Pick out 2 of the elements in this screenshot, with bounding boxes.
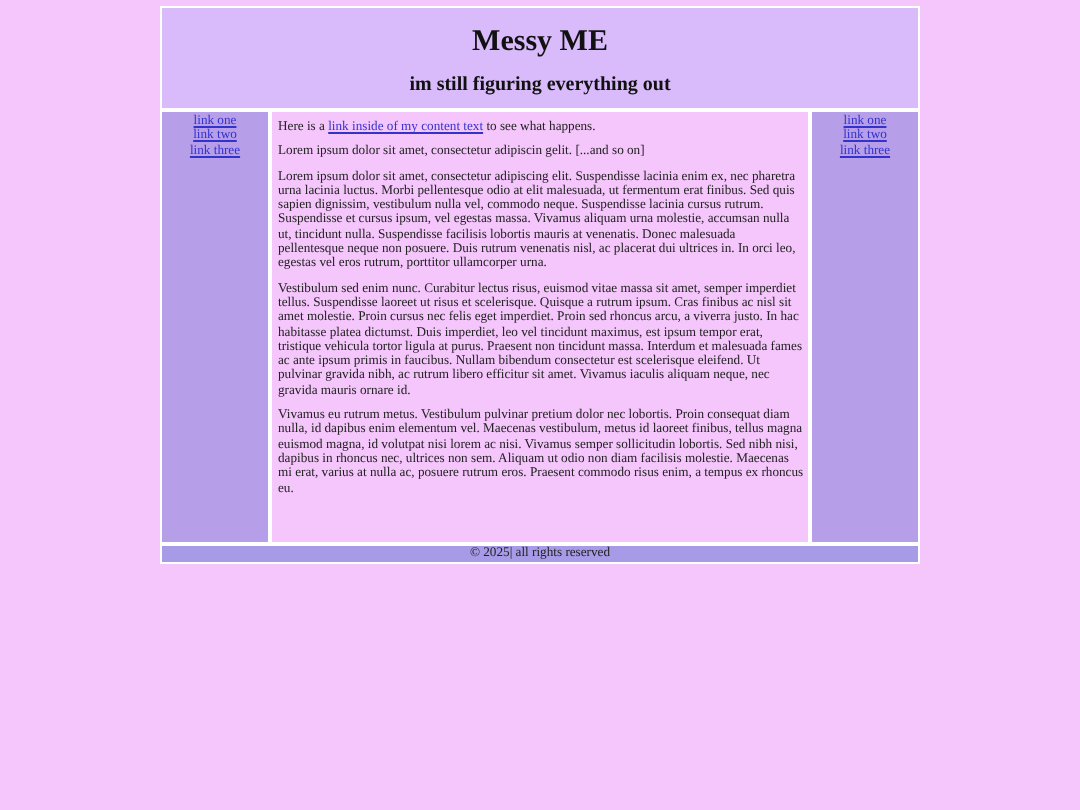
site-subtitle: im still figuring everything out — [407, 74, 673, 96]
site-title: Messy ME — [470, 26, 610, 60]
